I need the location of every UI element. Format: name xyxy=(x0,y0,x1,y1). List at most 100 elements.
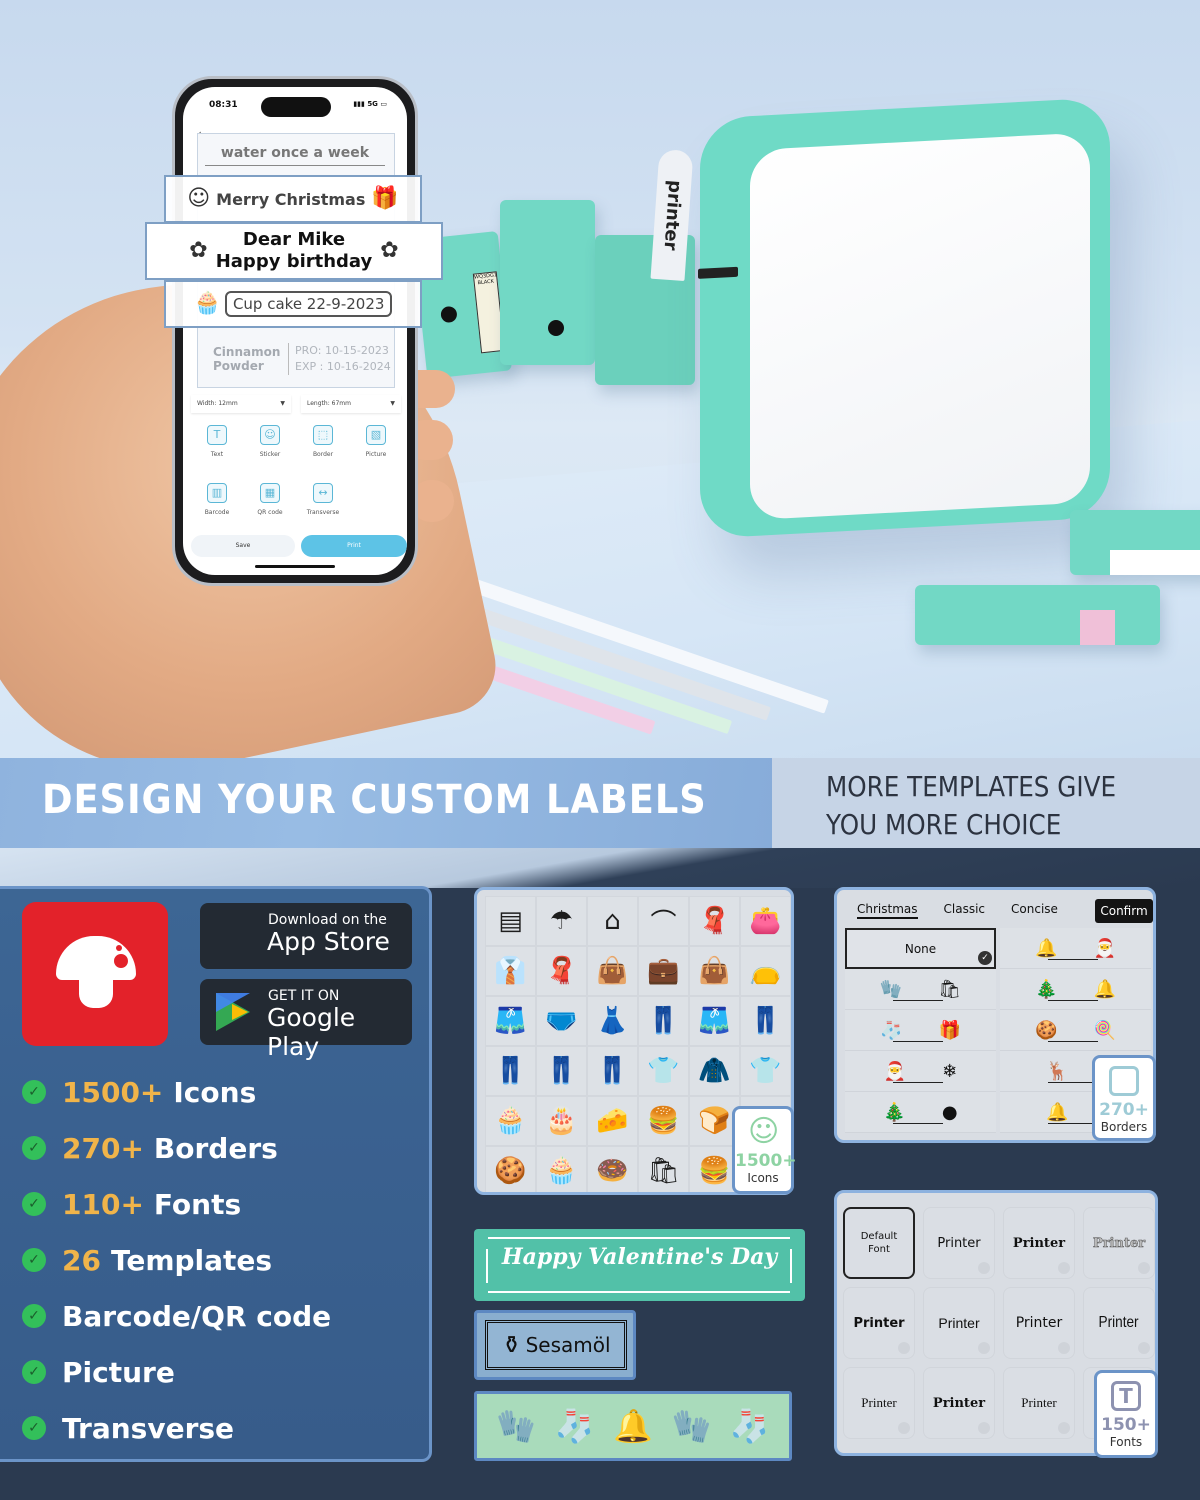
font-option[interactable]: Printer xyxy=(923,1207,995,1279)
poncho-icon[interactable]: 🧥 xyxy=(689,1046,740,1096)
handbag-icon[interactable]: 👜 xyxy=(587,946,638,996)
happy-birthday-text: Happy birthday xyxy=(215,251,373,272)
tape-cartridge-pink xyxy=(915,585,1160,645)
tool-label: Text xyxy=(210,451,224,458)
exp-date: EXP : 10-16-2024 xyxy=(295,360,391,373)
border-option[interactable]: 🔔 🎅 xyxy=(1000,928,1151,969)
save-button[interactable]: Save xyxy=(191,535,295,557)
font-sample: Printer xyxy=(1098,1314,1140,1331)
flower-icon: ✿ xyxy=(380,238,399,263)
overalls-icon[interactable]: 👗 xyxy=(587,996,638,1046)
feature-text: Transverse xyxy=(62,1411,235,1445)
font-option[interactable]: Printer xyxy=(843,1287,915,1359)
font-option[interactable]: Printer xyxy=(1003,1367,1075,1439)
border-option[interactable]: 🎄 🔔 xyxy=(1000,969,1151,1010)
stocking-icon: 🧦 xyxy=(554,1407,595,1445)
tie-icon[interactable]: 👔 xyxy=(485,946,536,996)
border-option[interactable]: 🍪 🍭 xyxy=(1000,1010,1151,1051)
stocking-icon: 🧦 xyxy=(729,1407,770,1445)
font-option[interactable]: Printer xyxy=(923,1367,995,1439)
font-option[interactable]: Printer xyxy=(923,1287,995,1359)
caret-down-icon: ▼ xyxy=(280,400,285,407)
tool-label: Picture xyxy=(365,451,387,458)
tab-concise[interactable]: Concise xyxy=(1011,902,1058,919)
scarf-hat-icon[interactable]: 🧣 xyxy=(536,946,587,996)
subtitle-line2: YOU MORE CHOICE xyxy=(826,808,1062,841)
jeans-icon[interactable]: 👖 xyxy=(587,1046,638,1096)
confirm-button[interactable]: Confirm xyxy=(1095,899,1153,923)
download-icon xyxy=(978,1422,990,1434)
text-icon: T xyxy=(207,425,227,445)
tool-transverse[interactable]: ↔ Transverse xyxy=(303,483,343,516)
sweater-icon[interactable]: 👕 xyxy=(740,1046,791,1096)
briefcase-icon[interactable]: 💼 xyxy=(638,946,689,996)
border-option[interactable]: 🧤 🛍 xyxy=(845,969,996,1010)
cinnamon-line2: Powder xyxy=(213,359,264,373)
tool-sticker[interactable]: ☺ Sticker xyxy=(250,425,290,458)
app-store-button[interactable]: Download on the App Store xyxy=(200,903,412,969)
handbag-icon[interactable]: 👜 xyxy=(689,946,740,996)
tool-picture[interactable]: ▧ Picture xyxy=(356,425,396,458)
tab-classic[interactable]: Classic xyxy=(944,902,986,919)
font-sample: Printer xyxy=(1015,1315,1063,1331)
trousers-icon[interactable]: 👖 xyxy=(740,996,791,1046)
tool-qr-code[interactable]: ▦ QR code xyxy=(250,483,290,516)
hanger-towel-icon[interactable]: ⌂ xyxy=(587,896,638,946)
wallet-icon[interactable]: ▤ xyxy=(485,896,536,946)
snack-bag-icon[interactable]: 🛍 xyxy=(638,1146,689,1192)
badge-number: 150+ xyxy=(1101,1415,1151,1435)
cheese-cake-icon[interactable]: 🧀 xyxy=(587,1096,638,1146)
font-sample: Printer xyxy=(937,1235,981,1251)
section-transition xyxy=(0,848,1200,888)
status-time: 08:31 xyxy=(209,100,238,110)
font-option[interactable]: Printer xyxy=(1083,1287,1155,1359)
font-option[interactable]: Printer xyxy=(843,1367,915,1439)
border-option-none[interactable]: None ✓ xyxy=(845,928,996,969)
scarf-icon[interactable]: 🧣 xyxy=(689,896,740,946)
tool-border[interactable]: ⬚ Border xyxy=(303,425,343,458)
shorts-icon[interactable]: 🩳 xyxy=(689,996,740,1046)
border-option[interactable]: 🧦 🎁 xyxy=(845,1010,996,1051)
birthday-cake-icon[interactable]: 🎂 xyxy=(536,1096,587,1146)
feature-number: 1500+ xyxy=(62,1075,164,1109)
leggings-icon[interactable]: 👖 xyxy=(485,1046,536,1096)
tab-christmas[interactable]: Christmas xyxy=(857,902,918,919)
wallet-icon[interactable]: 👛 xyxy=(740,896,791,946)
purse-icon[interactable]: 👝 xyxy=(740,946,791,996)
feature-text: Borders xyxy=(153,1131,278,1165)
app-store-small-text: Download on the xyxy=(268,912,387,928)
shorts-icon[interactable]: 🩳 xyxy=(485,996,536,1046)
font-option[interactable]: Printer xyxy=(1083,1207,1155,1279)
check-icon: ✓ xyxy=(22,1248,46,1272)
muffin-icon[interactable]: 🧁 xyxy=(536,1146,587,1192)
burger-icon[interactable]: 🍔 xyxy=(638,1096,689,1146)
width-select[interactable]: Width: 12mm ▼ xyxy=(191,395,291,413)
font-option[interactable]: Printer xyxy=(1003,1287,1075,1359)
font-option-default[interactable]: Default Font xyxy=(843,1207,915,1279)
jeans-icon[interactable]: 👖 xyxy=(638,996,689,1046)
flower-icon: ✿ xyxy=(189,238,208,263)
font-option[interactable]: Printer xyxy=(1003,1207,1075,1279)
underwear-icon[interactable]: 🩲 xyxy=(536,996,587,1046)
google-play-button[interactable]: GET IT ON Google Play xyxy=(200,979,412,1061)
badge-number: 1500+ xyxy=(735,1151,797,1171)
tool-barcode[interactable]: ▥ Barcode xyxy=(197,483,237,516)
icons-count-badge: ☺ 1500+ Icons xyxy=(732,1106,797,1194)
umbrella-icon[interactable]: ☂ xyxy=(536,896,587,946)
length-select[interactable]: Length: 67mm ▼ xyxy=(301,395,401,413)
pants-icon[interactable]: 👖 xyxy=(536,1046,587,1096)
cracker-icon[interactable]: 🍪 xyxy=(485,1146,536,1192)
hanger-icon[interactable]: ⌒ xyxy=(638,896,689,946)
tool-label: Border xyxy=(312,451,334,458)
polo-shirt-icon[interactable]: 👕 xyxy=(638,1046,689,1096)
cartridge-color: BLACK xyxy=(477,278,495,287)
print-button[interactable]: Print xyxy=(301,535,407,557)
cupcake-icon[interactable]: 🧁 xyxy=(485,1096,536,1146)
check-icon: ✓ xyxy=(22,1136,46,1160)
sesame-frame: ⚱ Sesamöl xyxy=(485,1320,627,1370)
tool-text[interactable]: T Text xyxy=(197,425,237,458)
none-label: None xyxy=(904,941,937,956)
border-option[interactable]: 🎅 ❄ xyxy=(845,1051,996,1092)
donut-icon[interactable]: 🍩 xyxy=(587,1146,638,1192)
border-option[interactable]: 🎄 ● xyxy=(845,1092,996,1133)
